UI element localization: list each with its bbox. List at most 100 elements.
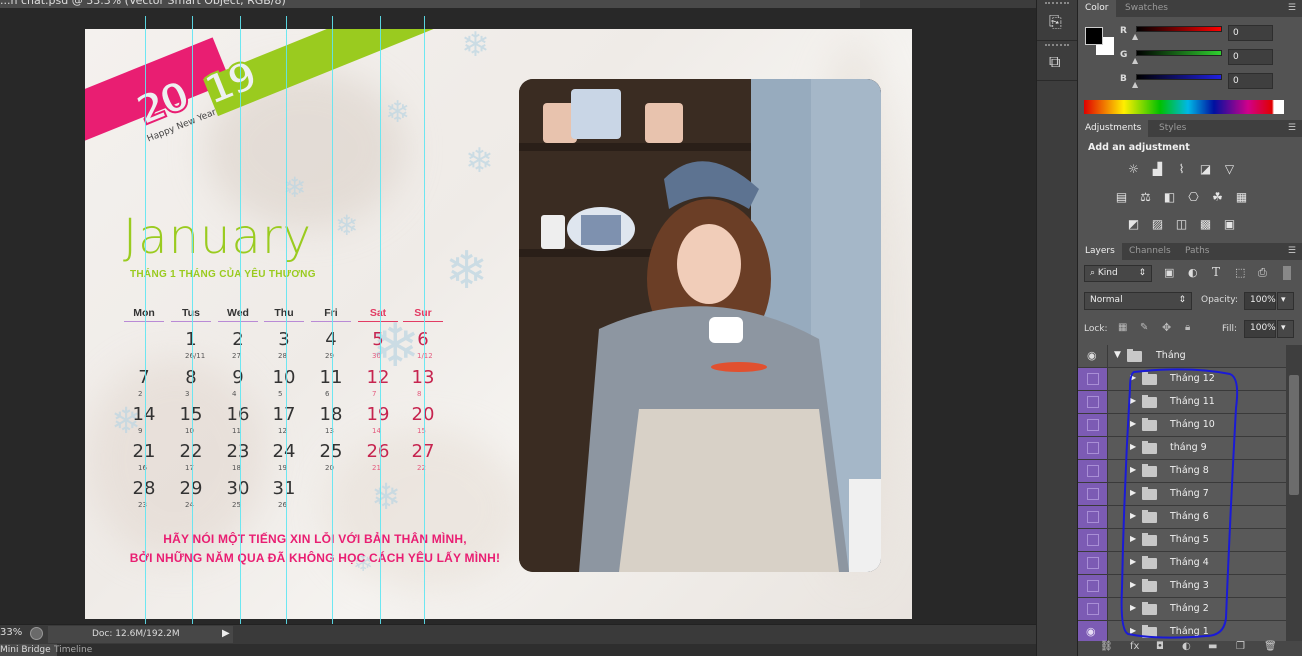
guide-line[interactable]: [424, 16, 425, 632]
expand-arrow-icon[interactable]: ▼: [1114, 350, 1121, 360]
visibility-toggle[interactable]: [1078, 598, 1108, 620]
dock-grip[interactable]: [1045, 2, 1069, 5]
black-white-icon[interactable]: ◧: [1162, 190, 1177, 204]
dock-grip[interactable]: [1045, 44, 1069, 47]
posterize-icon[interactable]: ▨: [1150, 217, 1165, 231]
visibility-toggle[interactable]: ◉: [1078, 621, 1108, 643]
threshold-icon[interactable]: ◫: [1174, 217, 1189, 231]
layers-scrollbar[interactable]: [1286, 345, 1302, 641]
delete-layer-icon[interactable]: 🗑︎: [1264, 641, 1277, 652]
link-layers-icon[interactable]: ⛓: [1100, 641, 1113, 652]
invert-icon[interactable]: ◩: [1126, 217, 1141, 231]
visibility-toggle[interactable]: [1078, 460, 1108, 482]
filter-adjustment-icon[interactable]: ◐: [1188, 266, 1198, 279]
guide-line[interactable]: [240, 16, 241, 632]
visibility-toggle[interactable]: [1078, 414, 1108, 436]
guide-line[interactable]: [380, 16, 381, 632]
lock-transparent-icon[interactable]: ▦: [1118, 322, 1127, 333]
color-spectrum[interactable]: [1084, 100, 1284, 114]
foreground-color-swatch[interactable]: [1085, 27, 1103, 45]
tab-color[interactable]: Color: [1078, 0, 1116, 17]
panel-menu-icon[interactable]: ☰: [1288, 123, 1296, 133]
slider-thumb-icon[interactable]: ▲: [1132, 56, 1138, 65]
panel-menu-icon[interactable]: ☰: [1288, 246, 1296, 256]
gradient-map-icon[interactable]: ▩: [1198, 217, 1213, 231]
group-name[interactable]: Tháng: [1156, 350, 1186, 361]
tab-adjustments[interactable]: Adjustments: [1078, 120, 1149, 137]
visibility-toggle[interactable]: [1078, 437, 1108, 459]
guide-line[interactable]: [192, 16, 193, 632]
exposure-icon[interactable]: ◪: [1198, 162, 1213, 176]
visibility-toggle[interactable]: [1078, 368, 1108, 390]
tab-channels[interactable]: Channels: [1122, 243, 1178, 260]
canvas-workspace[interactable]: ❄ ❄ ❄ ❄ ❄ ❄ ❄ ❄ ❄ ❄ 20 19 Happy New Year…: [0, 8, 1036, 632]
green-value-input[interactable]: 0: [1228, 49, 1273, 65]
slider-thumb-icon[interactable]: ▲: [1132, 80, 1138, 89]
zoom-level[interactable]: 33%: [0, 627, 22, 638]
layer-group-row[interactable]: ◉ ▼ Tháng: [1078, 345, 1286, 368]
history-icon[interactable]: ⎘: [1049, 12, 1062, 32]
layer-style-icon[interactable]: fx: [1130, 641, 1139, 652]
weekday-wed: Wed: [218, 307, 258, 322]
levels-icon[interactable]: ▟: [1150, 162, 1165, 176]
tab-paths[interactable]: Paths: [1178, 243, 1216, 260]
visibility-toggle[interactable]: ◉: [1078, 345, 1108, 367]
new-group-icon[interactable]: ▬: [1208, 641, 1217, 652]
panel-menu-icon[interactable]: ☰: [1288, 3, 1296, 13]
document-canvas[interactable]: ❄ ❄ ❄ ❄ ❄ ❄ ❄ ❄ ❄ ❄ 20 19 Happy New Year…: [85, 29, 912, 619]
green-slider[interactable]: [1136, 50, 1222, 56]
photo-filter-icon[interactable]: ⎔: [1186, 190, 1201, 204]
hue-saturation-icon[interactable]: ▤: [1114, 190, 1129, 204]
filter-smart-object-icon[interactable]: ⎙: [1258, 266, 1267, 280]
brightness-icon[interactable]: ☼: [1126, 162, 1141, 176]
weekday-mon: Mon: [124, 307, 164, 322]
curves-icon[interactable]: ⌇: [1174, 162, 1189, 176]
red-value-input[interactable]: 0: [1228, 25, 1273, 41]
month-title: January: [123, 209, 312, 265]
visibility-toggle[interactable]: [1078, 506, 1108, 528]
tab-timeline[interactable]: Timeline: [48, 644, 98, 656]
share-icon[interactable]: [30, 627, 43, 640]
selective-color-icon[interactable]: ▣: [1222, 217, 1237, 231]
color-balance-icon[interactable]: ⚖: [1138, 190, 1153, 204]
tab-layers[interactable]: Layers: [1078, 243, 1122, 260]
lock-all-icon[interactable]: 🔒︎: [1185, 322, 1190, 333]
filter-shape-icon[interactable]: ⬚: [1235, 266, 1245, 279]
lock-position-icon[interactable]: ✥: [1162, 321, 1171, 334]
status-menu-arrow-icon[interactable]: ▶: [222, 628, 230, 639]
new-adjustment-icon[interactable]: ◐: [1182, 641, 1191, 652]
vibrance-icon[interactable]: ▽: [1222, 162, 1237, 176]
visibility-toggle[interactable]: [1078, 529, 1108, 551]
visibility-toggle[interactable]: [1078, 575, 1108, 597]
red-slider[interactable]: [1136, 26, 1222, 32]
guide-line[interactable]: [286, 16, 287, 632]
add-mask-icon[interactable]: ◘: [1156, 641, 1164, 652]
fill-input[interactable]: 100%: [1244, 320, 1276, 338]
document-tab[interactable]: ...n chat.psd @ 33.3% (Vector Smart Obje…: [0, 0, 860, 8]
tab-styles[interactable]: Styles: [1152, 120, 1193, 137]
visibility-toggle[interactable]: [1078, 391, 1108, 413]
visibility-toggle[interactable]: [1078, 483, 1108, 505]
filter-pixel-icon[interactable]: ▣: [1164, 266, 1174, 279]
opacity-input[interactable]: 100%: [1244, 292, 1276, 310]
scrollbar-thumb[interactable]: [1289, 375, 1299, 495]
guide-line[interactable]: [145, 16, 146, 632]
channel-mixer-icon[interactable]: ☘: [1210, 190, 1225, 204]
layer-filter-select[interactable]: ⌕ Kind ⇕: [1084, 265, 1152, 282]
opacity-dropdown-icon[interactable]: ▾: [1277, 292, 1294, 310]
new-layer-icon[interactable]: ❐: [1236, 641, 1245, 652]
visibility-toggle[interactable]: [1078, 552, 1108, 574]
slider-thumb-icon[interactable]: ▲: [1132, 32, 1138, 41]
blue-value-input[interactable]: 0: [1228, 73, 1273, 89]
filter-toggle[interactable]: [1283, 266, 1291, 280]
doc-size[interactable]: Doc: 12.6M/192.2M: [48, 626, 233, 643]
fill-dropdown-icon[interactable]: ▾: [1277, 320, 1294, 338]
filter-type-icon[interactable]: T: [1212, 265, 1220, 279]
color-lookup-icon[interactable]: ▦: [1234, 190, 1249, 204]
tab-swatches[interactable]: Swatches: [1118, 0, 1175, 17]
blend-mode-select[interactable]: Normal ⇕: [1084, 292, 1192, 310]
lock-paint-icon[interactable]: ✎: [1140, 322, 1148, 333]
guide-line[interactable]: [332, 16, 333, 632]
blue-slider[interactable]: [1136, 74, 1222, 80]
properties-icon[interactable]: ⧉: [1049, 52, 1060, 72]
